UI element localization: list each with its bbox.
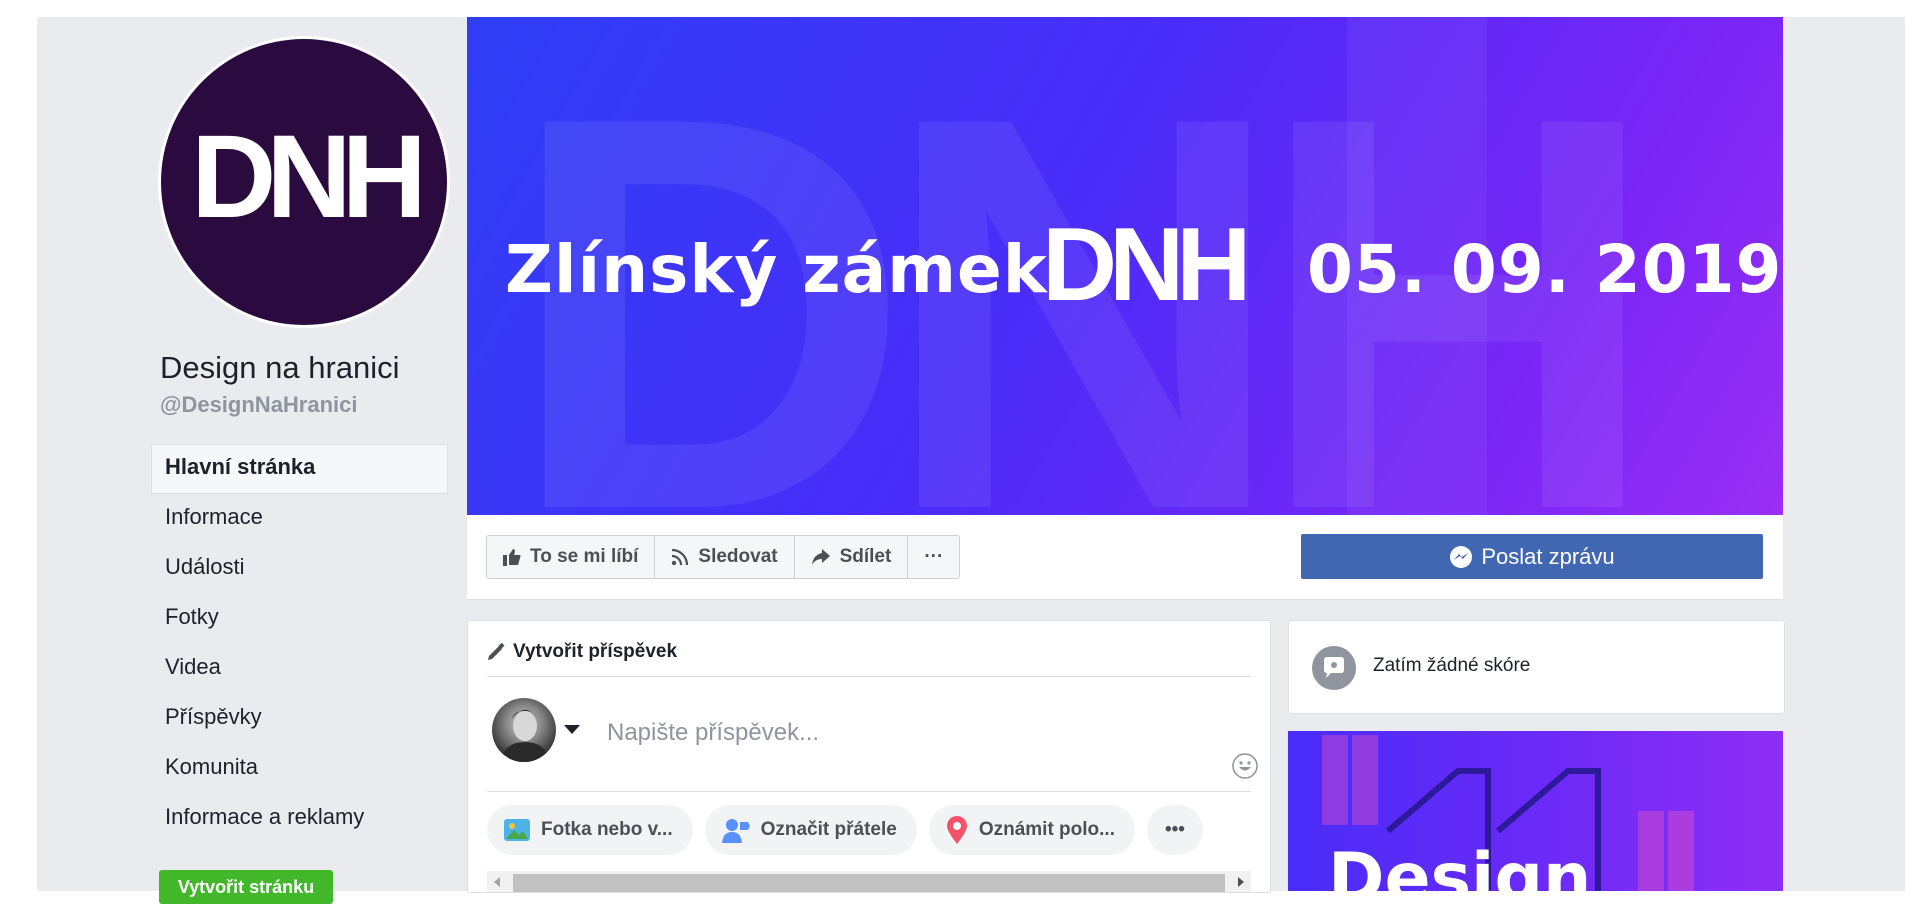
page-action-bar: To se mi líbí Sledovat Sdílet ··· Poslat… xyxy=(467,515,1783,600)
photo-video-label: Fotka nebo v... xyxy=(541,819,673,840)
photo-video-button[interactable]: Fotka nebo v... xyxy=(487,805,693,855)
tag-friends-button[interactable]: Označit přátele xyxy=(704,805,917,855)
thumbs-up-icon xyxy=(503,548,521,566)
promo-image[interactable]: Design xyxy=(1288,731,1783,891)
scroll-thumb[interactable] xyxy=(513,874,1225,892)
check-in-label: Oznámit polo... xyxy=(978,819,1115,840)
composer-title-label: Vytvořit příspěvek xyxy=(513,641,678,662)
nav-item-community[interactable]: Komunita xyxy=(151,744,448,794)
share-label: Sdílet xyxy=(839,546,892,567)
post-composer: Vytvořit příspěvek Fotka nebo v... Označ… xyxy=(467,620,1271,893)
rating-text: Zatím žádné skóre xyxy=(1373,655,1531,676)
action-button-group: To se mi líbí Sledovat Sdílet ··· xyxy=(486,535,961,579)
promo-text: Design xyxy=(1328,839,1592,891)
rating-card: Zatím žádné skóre xyxy=(1288,620,1785,714)
review-bubble-icon xyxy=(1312,646,1356,690)
like-button[interactable]: To se mi líbí xyxy=(487,536,656,578)
scroll-right-arrow-icon[interactable] xyxy=(1238,877,1244,887)
share-button[interactable]: Sdílet xyxy=(795,536,909,578)
composer-divider xyxy=(487,676,1251,677)
more-icon: ··· xyxy=(924,546,944,567)
composer-more-button[interactable]: ••• xyxy=(1147,805,1203,855)
nav-item-videos[interactable]: Videa xyxy=(151,644,448,694)
profile-logo-text: DNH xyxy=(191,111,419,243)
messenger-icon xyxy=(1449,545,1473,569)
follow-label: Sledovat xyxy=(698,546,778,567)
share-arrow-icon xyxy=(811,548,831,566)
nav-item-photos[interactable]: Fotky xyxy=(151,594,448,644)
page-name[interactable]: Design na hranici xyxy=(160,350,400,386)
cover-date-text: 05. 09. 2019 xyxy=(1307,231,1783,308)
nav-item-posts[interactable]: Příspěvky xyxy=(151,694,448,744)
create-page-button[interactable]: Vytvořit stránku xyxy=(159,870,333,904)
composer-title[interactable]: Vytvořit příspěvek xyxy=(487,641,677,663)
like-label: To se mi líbí xyxy=(530,546,639,567)
nav-item-about[interactable]: Informace xyxy=(151,494,448,544)
tag-friends-label: Označit přátele xyxy=(760,819,897,840)
horizontal-scrollbar[interactable] xyxy=(487,871,1251,892)
send-message-button[interactable]: Poslat zprávu xyxy=(1301,534,1763,579)
rss-icon xyxy=(671,548,689,566)
post-text-input[interactable] xyxy=(605,714,1169,752)
page-handle[interactable]: @DesignNaHranici xyxy=(160,392,358,418)
follow-button[interactable]: Sledovat xyxy=(655,536,795,578)
photo-icon xyxy=(503,816,531,844)
user-avatar[interactable] xyxy=(492,698,556,762)
tag-friends-icon xyxy=(721,816,751,844)
composer-actions: Fotka nebo v... Označit přátele Oznámit … xyxy=(487,805,1203,855)
cover-logo-text: DNH xyxy=(1042,207,1245,323)
emoji-icon[interactable] xyxy=(1232,753,1258,784)
more-actions-button[interactable]: ··· xyxy=(908,536,959,578)
cover-photo[interactable]: DNH Zlínský zámek DNH 05. 09. 2019 xyxy=(467,17,1783,515)
page-nav: Hlavní stránka Informace Události Fotky … xyxy=(151,444,448,844)
nav-item-home[interactable]: Hlavní stránka xyxy=(151,444,448,494)
send-message-label: Poslat zprávu xyxy=(1481,543,1615,569)
check-in-button[interactable]: Oznámit polo... xyxy=(928,805,1135,855)
audience-dropdown-caret-icon[interactable] xyxy=(564,725,580,734)
scroll-left-arrow-icon[interactable] xyxy=(494,877,500,887)
location-pin-icon xyxy=(945,815,969,845)
profile-picture[interactable]: DNH xyxy=(161,39,447,325)
pencil-icon xyxy=(487,643,505,661)
composer-divider xyxy=(487,791,1251,792)
more-icon: ••• xyxy=(1165,819,1185,840)
nav-item-info-ads[interactable]: Informace a reklamy xyxy=(151,794,448,844)
nav-item-events[interactable]: Události xyxy=(151,544,448,594)
